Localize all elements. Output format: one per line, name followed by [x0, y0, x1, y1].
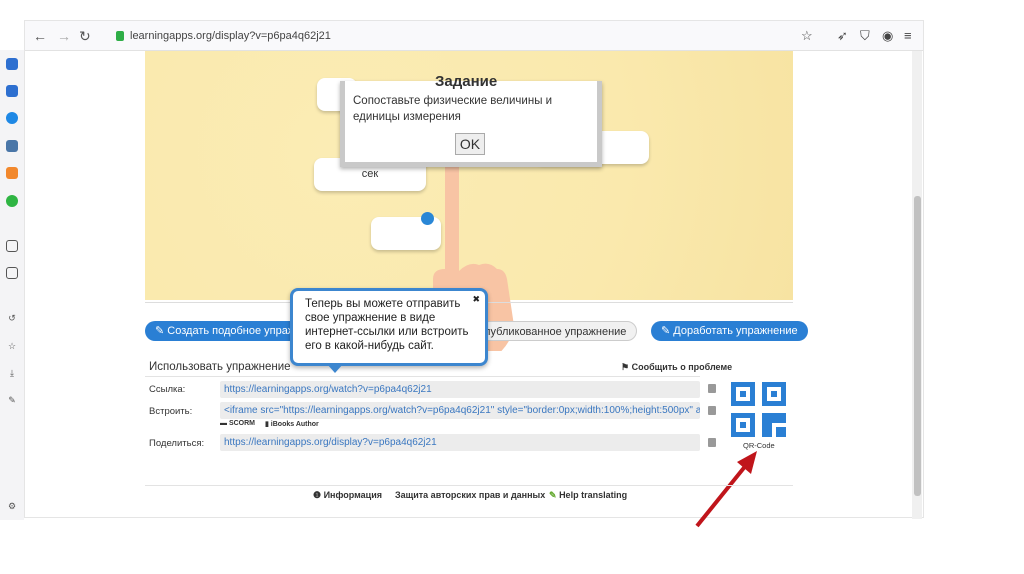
account-icon[interactable]: ◉	[882, 28, 893, 44]
star-icon[interactable]: ☆	[6, 340, 18, 352]
ibooks-label: iBooks Author	[270, 421, 319, 428]
menu-icon[interactable]: ≡	[904, 28, 912, 43]
ibooks-link[interactable]: ▮ iBooks Author	[265, 420, 319, 428]
back-icon[interactable]: ←	[33, 28, 47, 44]
qr-code-icon[interactable]	[731, 382, 787, 438]
reload-icon[interactable]: ↻	[79, 28, 91, 45]
bookmark-star-icon[interactable]: ☆	[801, 28, 813, 44]
help-label: Help translating	[559, 490, 628, 500]
divider	[145, 485, 793, 486]
embed-label: Встроить:	[149, 406, 193, 417]
history-icon[interactable]: ↺	[6, 312, 18, 324]
info-label: Информация	[323, 490, 382, 500]
rocket-icon[interactable]: ➶	[837, 28, 848, 44]
button-label: Доработать упражнение	[673, 325, 798, 337]
scorm-label: SCORM	[228, 420, 256, 427]
scorm-link[interactable]: ▬ SCORM	[220, 420, 255, 427]
task-dialog: Задание Сопоставьте физические величины …	[340, 73, 602, 167]
exercise-area: кг сек Задание Сопоставьте физические ве…	[145, 51, 793, 351]
red-arrow-annotation	[695, 451, 757, 528]
scrollbar-thumb[interactable]	[914, 196, 921, 496]
whatsapp-icon[interactable]	[6, 195, 18, 207]
share-label: Поделиться:	[149, 438, 205, 449]
browser-toolbar: ← → ↻ learningapps.org/display?v=p6pa4q6…	[25, 21, 923, 51]
improve-button[interactable]: ✎ Доработать упражнение	[651, 321, 808, 341]
forward-icon[interactable]: →	[57, 28, 71, 44]
divider	[145, 376, 700, 377]
address-bar[interactable]: learningapps.org/display?v=p6pa4q62j21	[130, 30, 331, 42]
download-icon[interactable]: ⤓	[6, 367, 18, 379]
browser-sidebar: ↺ ☆ ⤓ ✎ ⚙	[0, 50, 24, 520]
tooltip-text: Теперь вы можете отправить свое упражнен…	[305, 298, 469, 352]
player-icon[interactable]	[6, 240, 18, 252]
ok-button[interactable]: OK	[455, 133, 485, 155]
link-label: Ссылка:	[149, 384, 186, 395]
close-icon[interactable]: ✖	[472, 292, 480, 306]
translate-icon: ✎	[549, 490, 557, 500]
card-label: сек	[361, 168, 379, 180]
help-translating-link[interactable]: ✎ Help translating	[549, 490, 627, 501]
shield-icon[interactable]: ⛉	[860, 28, 870, 44]
ok-icon[interactable]	[6, 167, 18, 179]
gear-icon[interactable]: ⚙	[6, 500, 18, 512]
copy-icon[interactable]	[708, 384, 716, 393]
instagram-icon[interactable]	[6, 267, 18, 279]
use-heading: Использовать упражнение	[149, 361, 291, 373]
dialog-text: Сопоставьте физические величины и единиц…	[353, 95, 553, 123]
copyright-link[interactable]: Защита авторских прав и данных	[395, 490, 545, 500]
brush-icon[interactable]: ✎	[6, 394, 18, 406]
checkbox-icon[interactable]	[6, 85, 18, 97]
published-exercise-button[interactable]: Опубликованное упражнение	[465, 321, 638, 341]
report-label: Сообщить о проблеме	[631, 362, 733, 372]
link-field[interactable]: https://learningapps.org/watch?v=p6pa4q6…	[220, 381, 700, 398]
browser-window: ← → ↻ learningapps.org/display?v=p6pa4q6…	[24, 20, 924, 528]
lock-icon	[116, 31, 124, 41]
dialog-title: Задание	[435, 73, 498, 90]
vk-icon[interactable]	[6, 140, 18, 152]
button-label: Опубликованное упражнение	[476, 326, 627, 338]
info-link[interactable]: ❶ Информация	[313, 490, 382, 501]
copy-icon[interactable]	[708, 406, 716, 415]
embed-field[interactable]: <iframe src="https://learningapps.org/wa…	[220, 402, 700, 419]
share-field[interactable]: https://learningapps.org/display?v=p6pa4…	[220, 434, 700, 451]
share-tooltip: ✖ Теперь вы можете отправить свое упражн…	[290, 288, 488, 373]
report-problem-link[interactable]: ⚑ Сообщить о проблеме	[621, 362, 732, 373]
target-icon[interactable]	[6, 58, 18, 70]
scrollbar[interactable]	[912, 51, 922, 519]
messenger-icon[interactable]	[6, 112, 18, 124]
tooltip-pointer	[327, 364, 343, 373]
